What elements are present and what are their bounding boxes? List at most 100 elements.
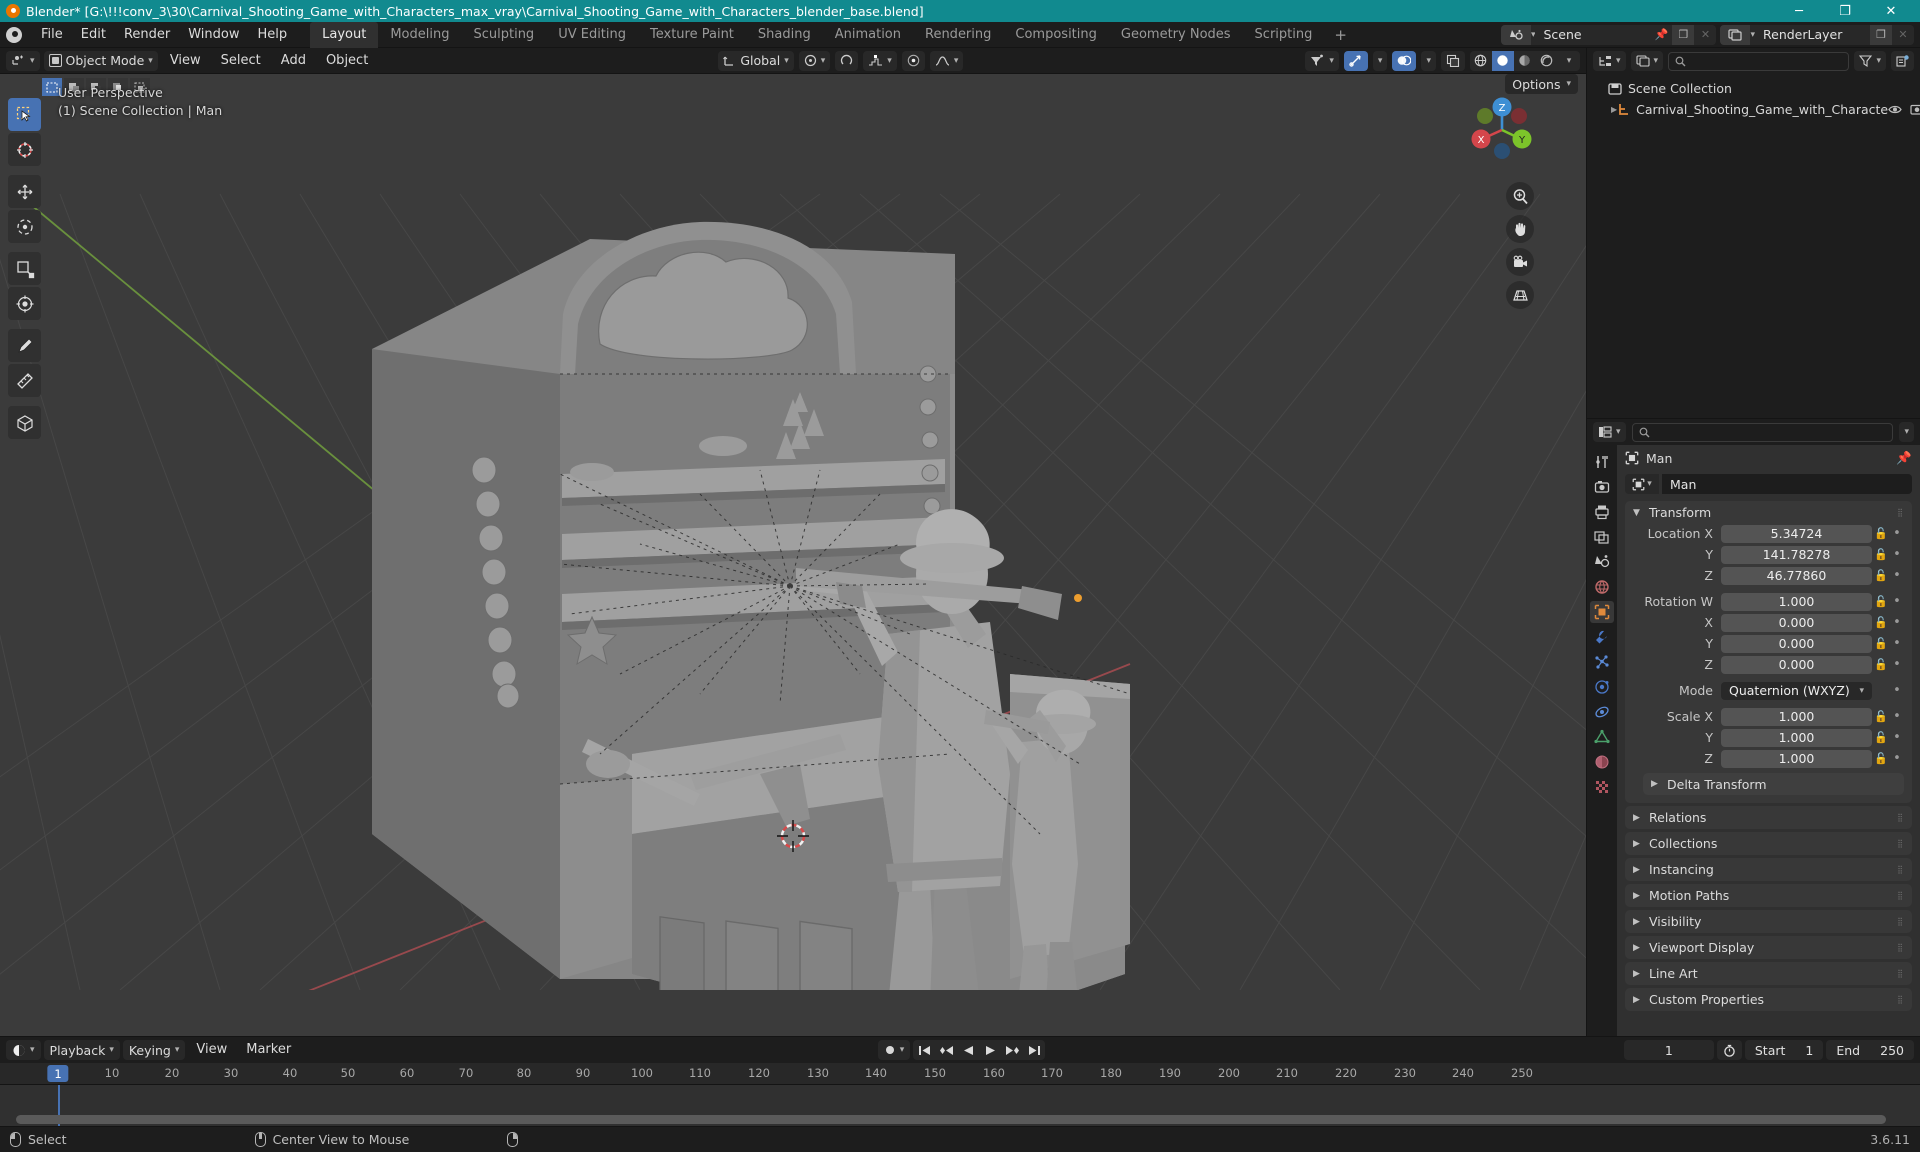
collections-panel[interactable]: ▶ Collections ⣿ (1625, 832, 1912, 855)
shading-rendered-button[interactable] (1536, 51, 1558, 71)
proportional-falloff-button[interactable] (901, 50, 925, 71)
transform-panel-header[interactable]: ▼ Transform ⣿ (1625, 501, 1912, 524)
animate-dot-icon[interactable]: • (1890, 526, 1904, 541)
delete-view-layer-button[interactable]: ✕ (1892, 24, 1914, 45)
outliner-tree[interactable]: Scene Collection ▶ Carnival_Shooting_Gam… (1587, 74, 1920, 418)
menu-window[interactable]: Window (179, 22, 248, 48)
animate-dot-icon[interactable]: • (1890, 594, 1904, 609)
outliner-new-collection-button[interactable] (1891, 51, 1914, 71)
animate-dot-icon[interactable]: • (1890, 751, 1904, 766)
add-workspace-button[interactable]: + (1324, 22, 1357, 48)
menu-file[interactable]: File (32, 22, 72, 48)
scale-tool[interactable] (8, 252, 41, 285)
scene-icon[interactable] (1590, 551, 1614, 573)
object-name-field[interactable]: Man (1662, 474, 1912, 494)
show-gizmo-button[interactable] (1343, 50, 1368, 71)
next-keyframe-button[interactable] (1001, 1040, 1023, 1060)
tab-modeling[interactable]: Modeling (378, 22, 461, 48)
animate-dot-icon[interactable]: • (1890, 547, 1904, 562)
outliner-row-scene-collection[interactable]: Scene Collection (1587, 78, 1920, 99)
new-view-layer-button[interactable]: ❐ (1870, 24, 1892, 45)
xray-toggle-button[interactable] (1440, 50, 1465, 71)
shading-material-preview-button[interactable] (1514, 51, 1536, 71)
outliner-row-object[interactable]: ▶ Carnival_Shooting_Game_with_Characte (1587, 99, 1920, 120)
annotate-tool[interactable] (8, 329, 41, 362)
current-frame-field[interactable]: 1 (1623, 1040, 1714, 1060)
timeline-menu-view[interactable]: View (188, 1037, 235, 1063)
view-layer-selector[interactable]: ▾ RenderLayer ❐ ✕ (1720, 24, 1914, 45)
lock-icon[interactable]: 🔓 (1872, 658, 1890, 671)
snap-target-selector[interactable]: ▾ (798, 50, 831, 71)
viewport-menu-add[interactable]: Add (273, 48, 314, 74)
menu-edit[interactable]: Edit (72, 22, 115, 48)
timeline-menu-marker[interactable]: Marker (238, 1037, 299, 1063)
drag-handle-icon[interactable]: ⣿ (1897, 891, 1904, 900)
drag-handle-icon[interactable]: ⣿ (1897, 917, 1904, 926)
falloff-type-selector[interactable]: ▾ (929, 50, 964, 71)
rotation-mode-dropdown[interactable]: Quaternion (WXYZ) ▾ (1721, 681, 1872, 700)
shading-options-caret[interactable]: ▾ (1558, 51, 1580, 71)
properties-search-input[interactable] (1631, 422, 1894, 442)
viewport-menu-select[interactable]: Select (213, 48, 269, 74)
tab-shading[interactable]: Shading (746, 22, 823, 48)
drag-handle-icon[interactable]: ⣿ (1897, 865, 1904, 874)
custom-properties-panel-header[interactable]: ▶ Custom Properties ⣿ (1625, 988, 1912, 1011)
delta-transform-subpanel[interactable]: ▶ Delta Transform (1643, 773, 1904, 795)
frame-range-fields[interactable]: Start 1 (1744, 1040, 1824, 1060)
scale-x-field[interactable]: 1.000 (1721, 707, 1872, 726)
motion-paths-panel[interactable]: ▶ Motion Paths ⣿ (1625, 884, 1912, 907)
shading-wireframe-button[interactable] (1470, 51, 1492, 71)
animate-dot-icon[interactable]: • (1890, 657, 1904, 672)
render-icon[interactable] (1590, 476, 1614, 498)
instancing-panel[interactable]: ▶ Instancing ⣿ (1625, 858, 1912, 881)
scene-selector[interactable]: ▾ Scene 📌 ❐ ✕ (1500, 24, 1717, 45)
outliner-search-input[interactable] (1668, 51, 1850, 71)
playhead-badge[interactable]: 1 (47, 1065, 69, 1082)
drag-handle-icon[interactable]: ⣿ (1897, 969, 1904, 978)
keying-menu[interactable]: Keying ▾ (122, 1040, 186, 1060)
location-y-field[interactable]: 141.78278 (1721, 545, 1872, 564)
lock-icon[interactable]: 🔓 (1872, 548, 1890, 561)
viewport-menu-object[interactable]: Object (318, 48, 376, 74)
tab-scripting[interactable]: Scripting (1243, 22, 1325, 48)
scene-name[interactable]: Scene (1535, 24, 1651, 45)
transform-orientation-selector[interactable]: Global ▾ (718, 50, 794, 71)
viewport-options-button[interactable]: Options ▾ (1505, 74, 1578, 94)
pin-id-icon[interactable]: 📌 (1896, 450, 1912, 466)
timeline-ruler[interactable]: 1 10 20 30 40 50 60 70 80 90 100 110 120… (0, 1063, 1920, 1085)
texture-icon[interactable] (1590, 776, 1614, 798)
output-icon[interactable] (1590, 501, 1614, 523)
rotation-w-field[interactable]: 1.000 (1721, 592, 1872, 611)
interaction-mode-selector[interactable]: Object Mode ▾ (43, 50, 158, 71)
rotation-x-field[interactable]: 0.000 (1721, 613, 1872, 632)
drag-handle-icon[interactable]: ⣿ (1897, 508, 1904, 517)
world-icon[interactable] (1590, 576, 1614, 598)
eye-icon[interactable] (1888, 104, 1902, 115)
jump-to-start-button[interactable] (913, 1040, 935, 1060)
outliner-display-mode-selector[interactable]: ▾ (1630, 51, 1664, 71)
location-x-field[interactable]: 5.34724 (1721, 524, 1872, 543)
shading-solid-button[interactable] (1491, 50, 1514, 71)
collections-panel-header[interactable]: ▶ Collections ⣿ (1625, 832, 1912, 855)
line-art-panel-header[interactable]: ▶ Line Art ⣿ (1625, 962, 1912, 985)
start-frame-value[interactable]: 1 (1805, 1043, 1813, 1058)
end-frame-field[interactable]: End 250 (1826, 1040, 1914, 1060)
drag-handle-icon[interactable]: ⣿ (1897, 943, 1904, 952)
camera-view-icon[interactable] (1506, 248, 1534, 276)
drag-handle-icon[interactable]: ⣿ (1897, 995, 1904, 1004)
minimize-button[interactable]: ─ (1776, 0, 1822, 22)
tab-uv-editing[interactable]: UV Editing (546, 22, 638, 48)
menu-render[interactable]: Render (115, 22, 179, 48)
navigation-gizmo[interactable]: Z X Y (1460, 88, 1544, 172)
camera-render-icon[interactable] (1910, 104, 1920, 115)
end-frame-value[interactable]: 250 (1880, 1043, 1904, 1058)
physics-icon[interactable] (1590, 676, 1614, 698)
lock-icon[interactable]: 🔓 (1872, 752, 1890, 765)
timeline-editor-type-selector[interactable]: ▾ (6, 1040, 41, 1060)
auto-keying-button[interactable]: ▾ (877, 1040, 911, 1060)
3d-viewport[interactable]: User Perspective (1) Scene Collection | … (0, 74, 1586, 1036)
tab-texture-paint[interactable]: Texture Paint (638, 22, 746, 48)
properties-options-caret[interactable]: ▾ (1899, 422, 1914, 442)
delete-scene-button[interactable]: ✕ (1694, 24, 1717, 45)
viewport-display-panel[interactable]: ▶ Viewport Display ⣿ (1625, 936, 1912, 959)
